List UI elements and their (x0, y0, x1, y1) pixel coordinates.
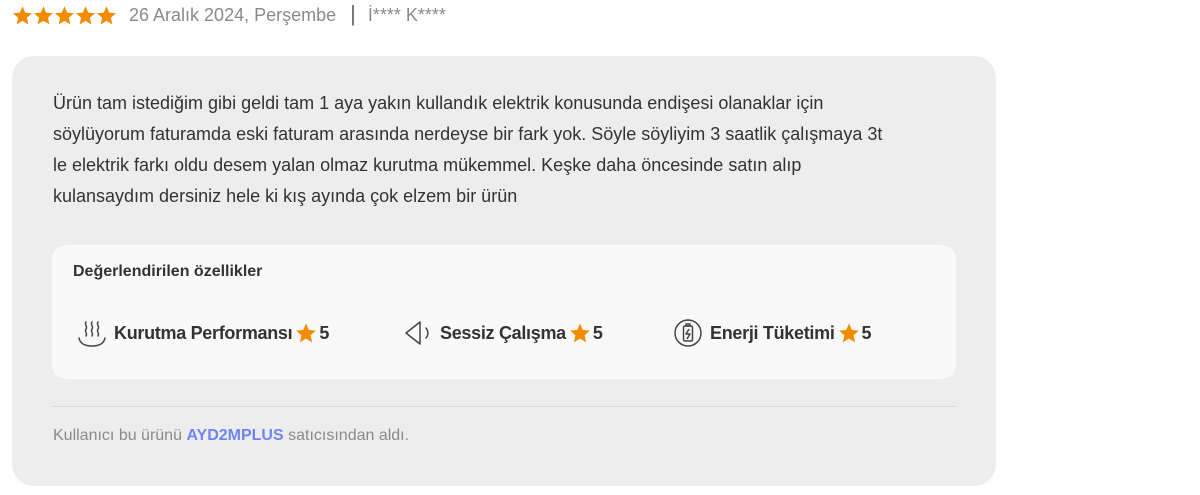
feature-label: Sessiz Çalışma (440, 322, 566, 343)
review-date: 26 Aralık 2024, Perşembe (129, 4, 337, 25)
features-title: Değerlendirilen özellikler (73, 263, 263, 280)
star-icon (296, 323, 317, 343)
header-separator: | (350, 1, 356, 26)
rated-features-panel: Değerlendirilen özellikler Kurutma Perfo… (52, 245, 956, 379)
review-card: Ürün tam istediğim gibi geldi tam 1 aya … (12, 56, 996, 486)
feature-score: 5 (592, 322, 603, 343)
battery-energy-icon (674, 319, 702, 347)
feature-score: 5 (319, 322, 330, 343)
seller-info: Kullanıcı bu ürünü AYD2MPLUS satıcısında… (53, 427, 409, 445)
rating-stars (12, 5, 117, 26)
seller-link[interactable]: AYD2MPLUS (186, 427, 283, 444)
star-icon (13, 5, 32, 24)
star-icon (55, 5, 74, 24)
feature-sessiz-calisma: Sessiz Çalışma 5 (402, 315, 603, 351)
feature-label: Enerji Tüketimi (710, 322, 835, 343)
feature-score: 5 (861, 322, 872, 343)
feature-enerji-tuketimi: Enerji Tüketimi 5 (672, 315, 872, 351)
feature-label: Kurutma Performansı (114, 322, 293, 343)
star-icon (569, 323, 590, 343)
star-icon (97, 5, 116, 24)
star-icon (34, 5, 53, 24)
star-icon (838, 323, 859, 343)
seller-suffix: satıcısından aldı. (288, 427, 410, 444)
review-header: 26 Aralık 2024, Perşembe | İ**** K**** (12, 0, 446, 30)
seller-prefix: Kullanıcı bu ürünü (53, 427, 182, 444)
star-icon (76, 5, 95, 24)
reviewer-name: İ**** K**** (367, 4, 446, 25)
review-comment: Ürün tam istediğim gibi geldi tam 1 aya … (53, 93, 883, 206)
speaker-sound-icon (405, 321, 429, 345)
divider (52, 406, 956, 407)
feature-kurutma-performansi: Kurutma Performansı 5 (76, 315, 329, 351)
heat-waves-icon (78, 321, 106, 347)
